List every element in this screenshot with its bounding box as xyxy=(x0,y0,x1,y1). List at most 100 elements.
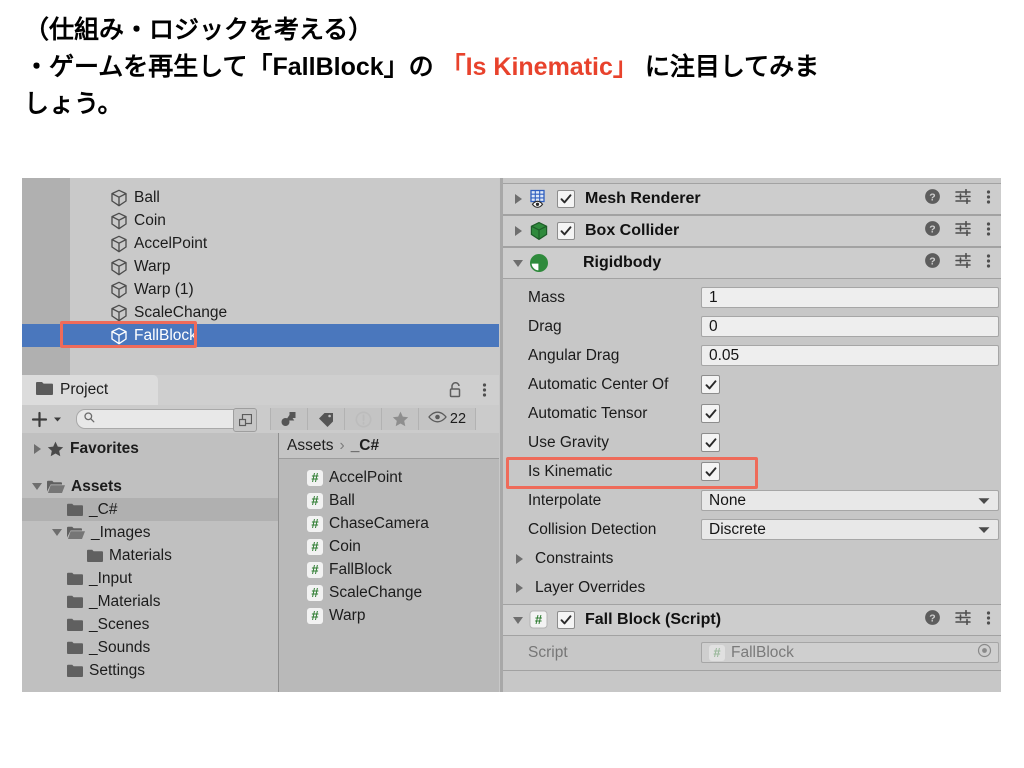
component-header-box-collider[interactable]: Box Collider? xyxy=(503,215,1001,247)
asset-item-chasecamera[interactable]: # ChaseCamera xyxy=(279,512,499,535)
project-tree-item-assets[interactable]: Assets xyxy=(22,475,278,498)
hierarchy-item-warp-1[interactable]: Warp (1) xyxy=(22,278,499,301)
project-tree-item-favorites[interactable]: Favorites xyxy=(22,437,278,460)
hierarchy-item-label: Warp xyxy=(134,257,171,275)
component-header-rigidbody[interactable]: Rigidbody? xyxy=(503,247,1001,279)
csharp-script-icon: # xyxy=(709,644,725,661)
filter-favorites-icon[interactable] xyxy=(382,408,419,430)
kebab-menu-icon[interactable] xyxy=(986,189,991,210)
help-icon[interactable]: ? xyxy=(924,609,941,631)
preset-icon[interactable] xyxy=(955,220,972,241)
foldout-layer-overrides[interactable]: Layer Overrides xyxy=(503,573,1001,602)
svg-text:?: ? xyxy=(929,255,935,267)
property-checkbox-use-gravity[interactable] xyxy=(701,433,720,452)
preset-icon[interactable] xyxy=(955,609,972,630)
chevron-right-icon[interactable] xyxy=(30,443,44,454)
component-header-fall-block-script[interactable]: # Fall Block (Script)? xyxy=(503,604,1001,636)
asset-item-accelpoint[interactable]: # AccelPoint xyxy=(279,466,499,489)
property-input-drag[interactable]: 0 xyxy=(701,316,999,337)
chevron-down-icon[interactable] xyxy=(50,529,64,536)
chevron-down-icon[interactable] xyxy=(509,259,527,267)
hierarchy-item-fallblock[interactable]: FallBlock xyxy=(22,324,499,347)
property-checkbox-automatic-center-of[interactable] xyxy=(701,375,720,394)
breadcrumb-root[interactable]: Assets xyxy=(287,437,334,455)
preset-icon[interactable] xyxy=(955,188,972,209)
project-tree-item-c[interactable]: _C# xyxy=(22,498,278,521)
hierarchy-item-warp[interactable]: Warp xyxy=(22,255,499,278)
component-header-icons: ? xyxy=(924,188,991,210)
project-tree-item-label: Materials xyxy=(109,546,172,564)
project-tree-item-label: _Materials xyxy=(89,592,161,610)
component-enabled-checkbox[interactable] xyxy=(557,611,575,629)
expand-search-icon[interactable] xyxy=(233,408,257,432)
project-tree-item-input[interactable]: _Input xyxy=(22,567,278,590)
chevron-right-icon[interactable] xyxy=(510,582,528,593)
property-label: Automatic Center Of xyxy=(528,375,669,393)
project-tree-item-images[interactable]: _Images xyxy=(22,521,278,544)
lock-icon[interactable] xyxy=(448,382,463,403)
asset-item-label: ChaseCamera xyxy=(329,514,429,532)
property-input-mass[interactable]: 1 xyxy=(701,287,999,308)
property-row-is-kinematic: Is Kinematic xyxy=(503,457,1001,486)
help-icon[interactable]: ? xyxy=(924,252,941,274)
folder-icon xyxy=(67,664,83,677)
project-tree-item-materials[interactable]: _Materials xyxy=(22,590,278,613)
asset-item-coin[interactable]: # Coin xyxy=(279,535,499,558)
svg-text:?: ? xyxy=(929,223,935,235)
hierarchy-item-accelpoint[interactable]: AccelPoint xyxy=(22,232,499,255)
kebab-menu-icon[interactable] xyxy=(986,610,991,631)
hierarchy-item-scalechange[interactable]: ScaleChange xyxy=(22,301,499,324)
create-asset-button[interactable] xyxy=(31,411,63,428)
chevron-right-icon[interactable] xyxy=(510,553,528,564)
visible-objects-count[interactable]: 22 xyxy=(419,408,476,430)
project-tree-item-scenes[interactable]: _Scenes xyxy=(22,613,278,636)
help-icon[interactable]: ? xyxy=(924,220,941,242)
filter-warnings-icon[interactable] xyxy=(345,408,382,430)
component-title: Fall Block (Script) xyxy=(585,611,722,628)
breadcrumb-current[interactable]: _C# xyxy=(351,437,379,455)
tab-project-label: Project xyxy=(60,381,109,398)
component-header-mesh-renderer[interactable]: Mesh Renderer? xyxy=(503,183,1001,215)
chevron-right-icon[interactable] xyxy=(509,194,527,204)
asset-item-label: ScaleChange xyxy=(329,583,423,601)
chevron-down-icon[interactable] xyxy=(509,616,527,624)
object-picker-icon[interactable] xyxy=(977,643,992,663)
filter-by-label-icon[interactable] xyxy=(308,408,345,430)
property-input-angular-drag[interactable]: 0.05 xyxy=(701,345,999,366)
cube-icon xyxy=(110,212,128,230)
asset-item-warp[interactable]: # Warp xyxy=(279,604,499,627)
property-dropdown-interpolate[interactable]: None xyxy=(701,490,999,511)
filter-by-type-icon[interactable] xyxy=(270,408,308,430)
foldout-constraints[interactable]: Constraints xyxy=(503,544,1001,573)
kebab-menu-icon[interactable] xyxy=(986,253,991,274)
tab-project[interactable]: Project xyxy=(22,375,158,405)
csharp-script-icon: # xyxy=(307,469,323,486)
project-tree-item-materials[interactable]: Materials xyxy=(22,544,278,567)
property-object-field-script[interactable]: # FallBlock xyxy=(701,642,999,663)
component-enabled-checkbox[interactable] xyxy=(557,190,575,208)
property-checkbox-automatic-tensor[interactable] xyxy=(701,404,720,423)
property-dropdown-collision-detection[interactable]: Discrete xyxy=(701,519,999,540)
svg-text:?: ? xyxy=(929,612,935,624)
kebab-menu-icon[interactable] xyxy=(986,221,991,242)
component-enabled-checkbox[interactable] xyxy=(557,222,575,240)
project-tree-item-sounds[interactable]: _Sounds xyxy=(22,636,278,659)
hierarchy-item-label: Coin xyxy=(134,211,166,229)
folder-icon xyxy=(67,572,83,585)
kebab-menu-icon[interactable] xyxy=(482,382,487,403)
chevron-right-icon[interactable] xyxy=(509,226,527,236)
property-row-collision-detection: Collision Detection Discrete xyxy=(503,515,1001,544)
chevron-down-icon[interactable] xyxy=(30,483,44,490)
search-input[interactable] xyxy=(76,408,257,432)
project-tree-item-settings[interactable]: Settings xyxy=(22,659,278,682)
breadcrumb: Assets › _C# xyxy=(279,433,499,459)
asset-item-ball[interactable]: # Ball xyxy=(279,489,499,512)
hierarchy-item-ball[interactable]: Ball xyxy=(22,186,499,209)
asset-item-fallblock[interactable]: # FallBlock xyxy=(279,558,499,581)
project-asset-list: # AccelPoint # Ball # ChaseCamera # Coin # FallBl… xyxy=(279,433,499,692)
property-checkbox-is-kinematic[interactable] xyxy=(701,462,720,481)
help-icon[interactable]: ? xyxy=(924,188,941,210)
preset-icon[interactable] xyxy=(955,252,972,273)
hierarchy-item-coin[interactable]: Coin xyxy=(22,209,499,232)
asset-item-scalechange[interactable]: # ScaleChange xyxy=(279,581,499,604)
